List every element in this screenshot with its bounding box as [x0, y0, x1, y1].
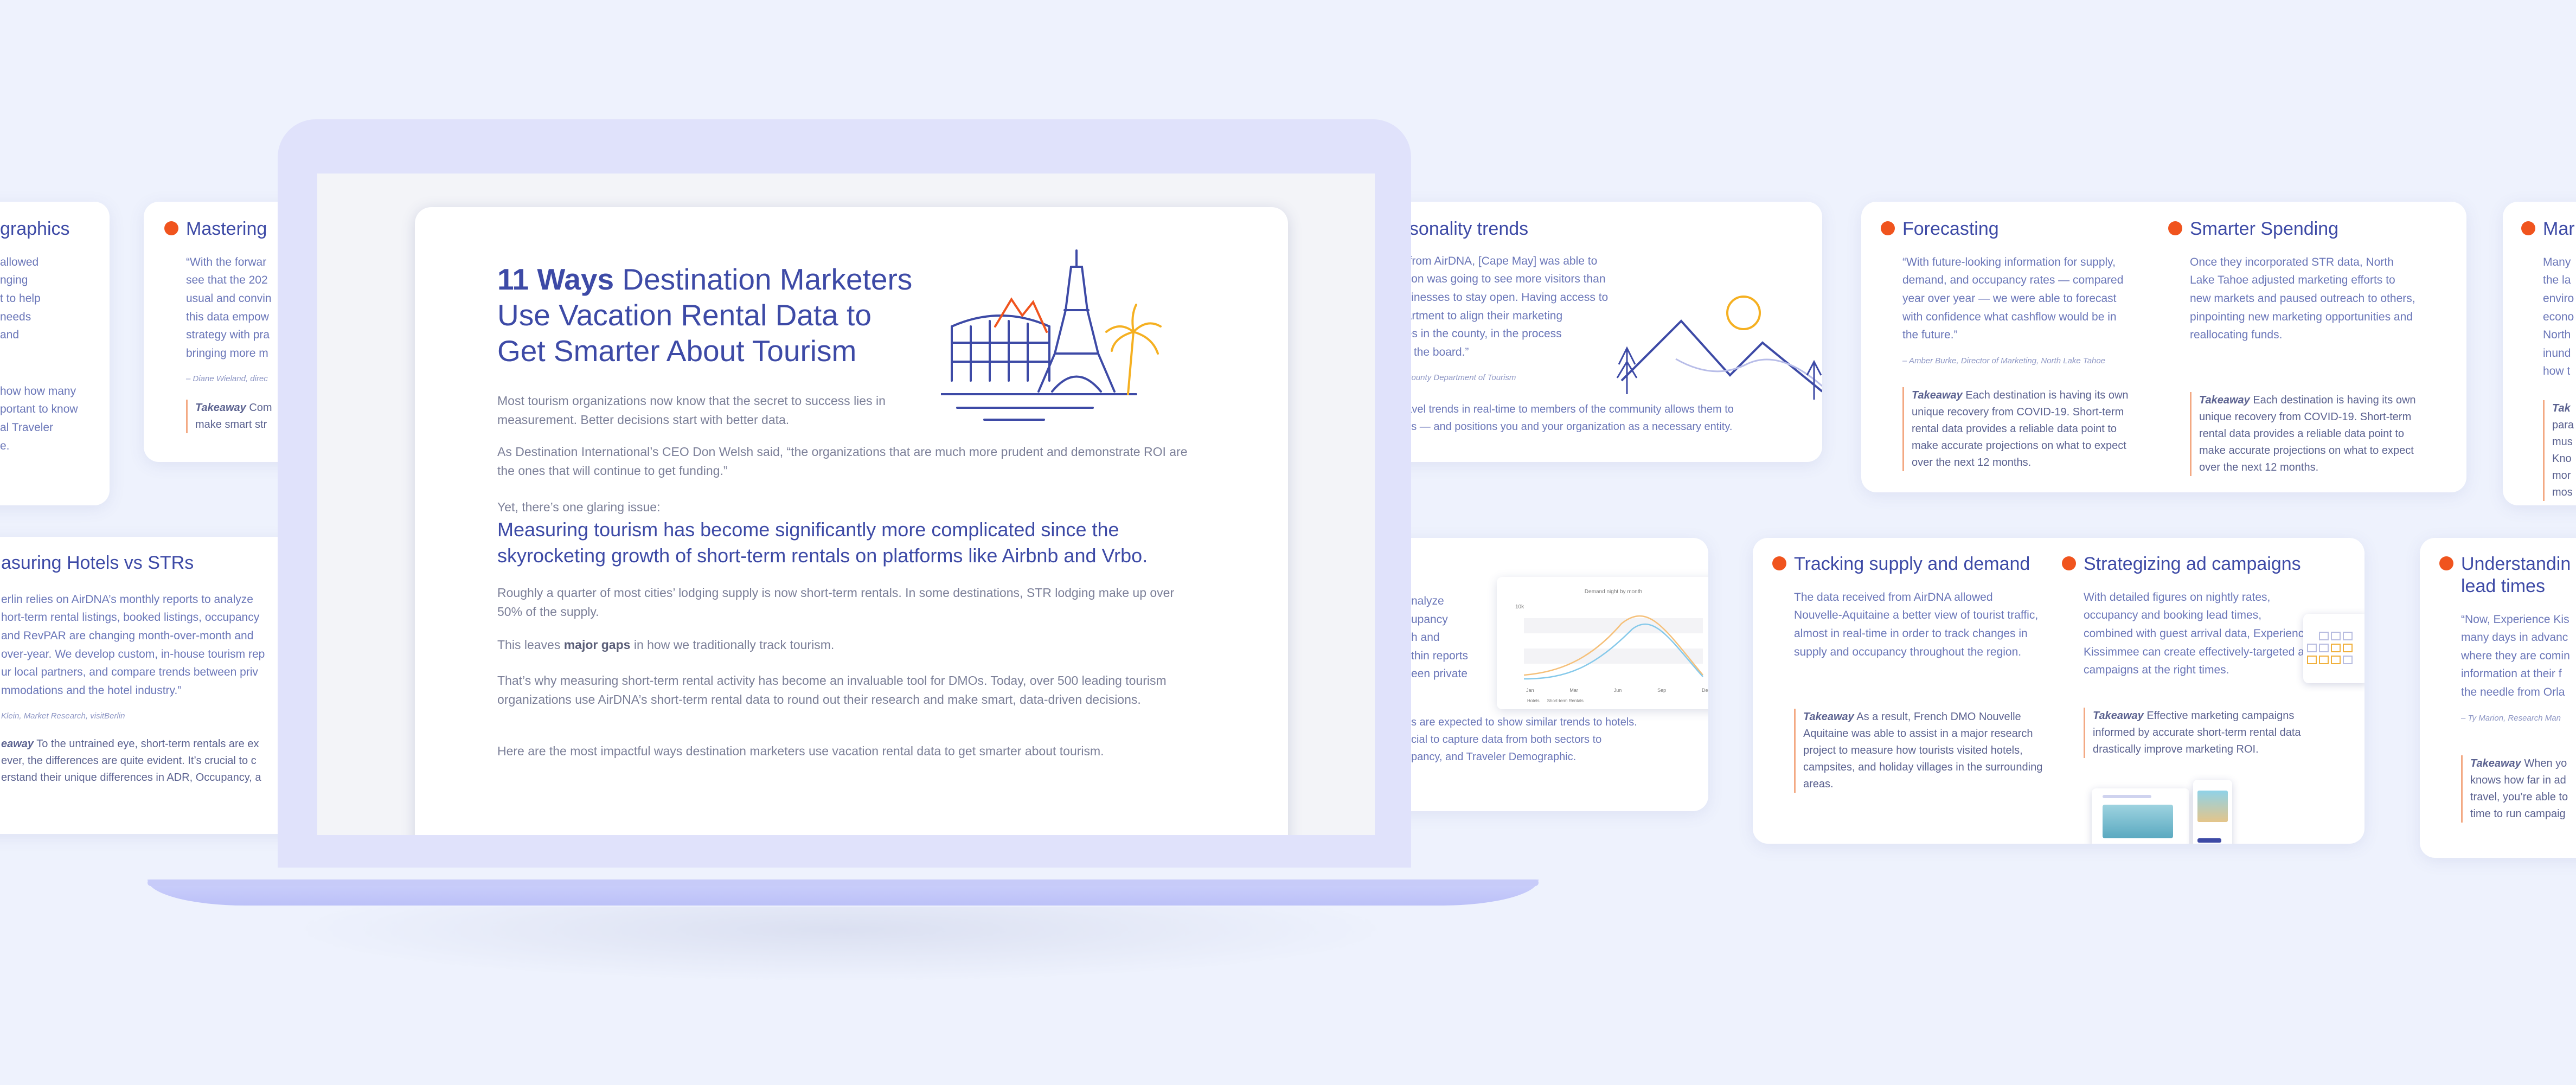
gaps-post: in how we traditionally track tourism. — [630, 638, 835, 652]
legend-item-str: Short-term Rentals — [1547, 698, 1584, 703]
card-title: graphics — [0, 219, 70, 239]
card-body: Many the la enviro econo North inund how… — [2543, 255, 2574, 378]
supply-takeaway: Takeaway As a result, French DMO Nouvell… — [1794, 709, 2043, 793]
gaps-pre: This leaves — [497, 638, 564, 652]
spending-title: Smarter Spending — [2190, 219, 2339, 239]
bullet-dot — [2439, 556, 2453, 570]
takeaway-text: para mus Kno mor mos — [2552, 419, 2574, 498]
title-line-3: Get Smarter About Tourism — [497, 334, 857, 368]
ads-takeaway: Takeaway Effective marketing campaigns i… — [2084, 707, 2321, 758]
card-demographics: graphics allowed nging t to help needs a… — [0, 202, 110, 505]
card-attribution: – Ty Marion, Research Man — [2461, 713, 2561, 723]
issue-lead: Yet, there’s one glaring issue: — [497, 500, 661, 514]
x-tick: Jan — [1526, 688, 1534, 693]
card-body: allowed nging t to help needs and — [0, 255, 41, 342]
title-strong: 11 Ways — [497, 262, 614, 296]
forecasting-title: Forecasting — [1902, 219, 1999, 239]
laptop-shadow — [282, 907, 1399, 983]
card-title: Mastering — [186, 219, 267, 239]
article-document: 11 Ways Destination Marketers Use Vacati… — [415, 207, 1288, 835]
paragraph-supply: Roughly a quarter of most cities’ lodgin… — [497, 586, 1175, 619]
card-mar: Mar Many the la enviro econo North inund… — [2503, 202, 2576, 505]
ads-body: With detailed figures on nightly rates, … — [2084, 590, 2311, 677]
forecasting-attribution: – Amber Burke, Director of Marketing, No… — [1902, 356, 2106, 365]
card-hotels-vs-strs: asuring Hotels vs STRs erlin relies on A… — [0, 537, 304, 834]
bullet-dot — [2062, 556, 2076, 570]
paragraph-intro: Most tourism organizations now know that… — [497, 394, 886, 427]
card-takeaway: Tak para mus Kno mor mos — [2543, 400, 2576, 501]
article-title: 11 Ways Destination Marketers Use Vacati… — [497, 261, 931, 369]
x-tick: Dec — [1701, 688, 1708, 693]
card-lead-times: Understandin lead times “Now, Experience… — [2420, 538, 2576, 858]
bullet-dot — [1772, 556, 1786, 570]
forecasting-quote: “With future-looking information for sup… — [1902, 255, 2124, 342]
card-quote: erlin relies on AirDNA’s monthly reports… — [1, 593, 265, 697]
supply-body: The data received from AirDNA allowed No… — [1794, 590, 2039, 658]
card-takeaway: eaway To the untrained eye, short-term r… — [1, 736, 304, 786]
card-takeaway: Takeaway When yo knows how far in ad tra… — [2461, 755, 2576, 823]
takeaway-label: Takeaway — [2093, 709, 2144, 722]
issue-emphasis: Measuring tourism has become significant… — [497, 518, 1148, 567]
chart-x-ticks: Jan Mar Jun Sep Dec — [1526, 688, 1708, 693]
bullet-dot — [2521, 221, 2535, 235]
card-title: Understandin lead times — [2461, 554, 2571, 596]
legend-item-hotels: Hotels — [1527, 698, 1540, 703]
chart-legend: Hotels Short-term Rentals — [1527, 698, 1584, 703]
bullet-dot — [2168, 221, 2182, 235]
takeaway-label: Takeaway — [195, 402, 246, 414]
card-title: Mar — [2543, 219, 2575, 239]
takeaway-label: Takeaway — [1912, 389, 1963, 401]
paragraph-outro: Here are the most impactful ways destina… — [497, 744, 1104, 758]
card-title: asuring Hotels vs STRs — [1, 553, 194, 573]
takeaway-text: To the untrained eye, short-term rentals… — [1, 738, 261, 784]
card-forecasting-spending: Forecasting “With future-looking informa… — [1861, 202, 2466, 492]
card-quote: “Now, Experience Kis many days in advanc… — [2461, 613, 2570, 698]
paragraph-dmos: That’s why measuring short-term rental a… — [497, 673, 1167, 707]
paragraph-gaps: This leaves major gaps in how we traditi… — [497, 635, 1202, 654]
x-tick: Jun — [1613, 688, 1622, 693]
bullet-dot — [164, 221, 178, 235]
gaps-bold: major gaps — [563, 638, 631, 652]
title-rest: Destination Marketers — [614, 262, 913, 296]
card-supply-ads: Tracking supply and demand The data rece… — [1753, 538, 2364, 844]
calendar-icon — [2303, 614, 2364, 683]
takeaway-label: Takeaway — [2470, 757, 2521, 769]
ads-title: Strategizing ad campaigns — [2084, 554, 2301, 574]
supply-title: Tracking supply and demand — [1794, 554, 2030, 574]
chart-plot — [1524, 615, 1703, 680]
laptop-base-edge — [148, 879, 1539, 886]
mini-chart: Demand night by month 10k Jan Mar Jun Se… — [1497, 577, 1708, 709]
x-tick: Mar — [1569, 688, 1578, 693]
card-seasonality: asonality trends a from AirDNA, [Cape Ma… — [1367, 202, 1822, 462]
takeaway-label: Tak — [2552, 402, 2571, 414]
spending-body: Once they incorporated STR data, North L… — [2190, 255, 2415, 342]
card-title: asonality trends — [1399, 219, 1529, 239]
mountains-illustration — [1616, 296, 1822, 400]
laptop-screen: 11 Ways Destination Marketers Use Vacati… — [317, 174, 1375, 835]
chart-title: Demand night by month — [1584, 589, 1643, 595]
chart-y-tick: 10k — [1515, 604, 1524, 610]
listing-preview-card — [2092, 788, 2189, 844]
card-attribution: Klein, Market Research, visitBerlin — [1, 711, 125, 721]
card-analyze: nalyze upancy h and thin reports een pri… — [1367, 538, 1708, 811]
landmarks-illustration — [941, 249, 1162, 421]
paragraph-quote: As Destination International’s CEO Don W… — [497, 445, 1188, 478]
paragraph-issue: Yet, there’s one glaring issue: Measurin… — [497, 498, 1202, 569]
takeaway-label: eaway — [1, 738, 34, 750]
takeaway-label: Takeaway — [2199, 394, 2250, 406]
card-take: how how many portant to know al Traveler… — [0, 384, 78, 452]
spending-takeaway: Takeaway Each destination is having its … — [2190, 391, 2418, 476]
listing-preview-phone — [2193, 780, 2232, 844]
forecasting-takeaway: Takeaway Each destination is having its … — [1902, 387, 2130, 471]
bullet-dot — [1881, 221, 1895, 235]
title-line-2: Use Vacation Rental Data to — [497, 298, 872, 332]
card-takeaway: s are expected to show similar trends to… — [1411, 716, 1637, 763]
takeaway-label: Takeaway — [1803, 711, 1854, 723]
x-tick: Sep — [1657, 688, 1667, 693]
